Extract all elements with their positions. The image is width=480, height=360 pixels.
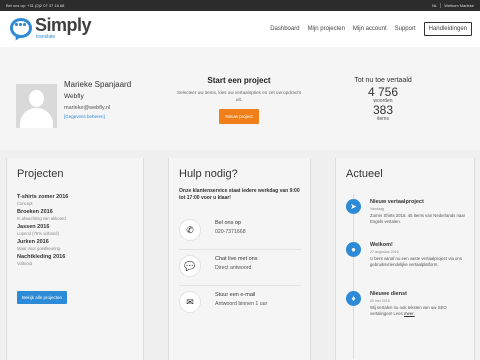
project-list: T-shirts zomer 2016 Concept Broeken 2016… [17, 194, 137, 269]
start-project-panel: Start een project Selecteer uw items, ki… [174, 76, 304, 124]
welcome-text[interactable]: Welkom Marieke [444, 0, 474, 11]
header: Simply translate Dashboard Mijn projecte… [0, 11, 480, 47]
news-item-title: Nieuwe dienst [370, 291, 407, 297]
logo[interactable]: Simply translate [10, 15, 92, 43]
avatar [16, 84, 57, 128]
dots-icon [15, 23, 26, 26]
news-card: Actueel ➤ Nieuw vertaalproject Vandaag Z… [335, 158, 475, 360]
help-intro: Onze klantenservice staat iedere werkdag… [179, 188, 300, 201]
help-line-detail: Antwoord binnen 1 uur [215, 301, 268, 307]
projects-title: Projecten [17, 168, 64, 180]
read-more-link[interactable]: meer. [404, 311, 415, 316]
news-item-date: 27 augustus 2016 [370, 250, 399, 254]
project-status: Voltooid [17, 261, 32, 266]
nav-mijn-account[interactable]: Mijn account [353, 26, 387, 32]
help-row-phone[interactable]: ✆ Bel ons op 020-7371668 [179, 215, 304, 247]
list-item[interactable]: Jurken 2016 Maar voor goedkeuring [17, 239, 137, 251]
profile-section: Marieke Spanjaard Webfly marieke@webfly.… [0, 47, 480, 150]
divider [179, 285, 301, 286]
project-status: Maar voor goedkeuring [17, 246, 61, 251]
logo-name: Simply [35, 15, 92, 35]
list-item[interactable]: Nachtkleding 2016 Voltooid [17, 254, 137, 266]
help-row-chat[interactable]: 💬 Chat live met ons Direct antwoord [179, 251, 304, 283]
divider [179, 249, 301, 250]
profile-name: Marieke Spanjaard [64, 80, 132, 89]
help-row-email[interactable]: ✉ Stuur een e-mail Antwoord binnen 1 uur [179, 287, 304, 319]
new-project-button[interactable]: Nieuw project [219, 109, 259, 124]
main-nav: Dashboard Mijn projecten Mijn account Su… [270, 22, 472, 36]
news-item-body: Zomer Shirts 2016. 45 items van Nederlan… [370, 213, 466, 224]
help-card: Hulp nodig? Onze klantenservice staat ie… [168, 158, 311, 360]
items-count: 383 [372, 103, 394, 117]
list-item[interactable]: Jassen 2016 Lopend (75% voltooid) [17, 224, 137, 236]
news-item-date: Vandaag [370, 207, 385, 211]
nav-dashboard[interactable]: Dashboard [270, 26, 299, 32]
speech-bubble-icon [10, 18, 32, 38]
project-name: Jassen 2016 [17, 224, 50, 230]
translated-total: Tot nu toe vertaald 4 756 woorden 383 it… [344, 77, 422, 122]
manuals-button[interactable]: Handleidingen [423, 22, 472, 36]
projects-card: Projecten T-shirts zomer 2016 Concept Br… [6, 158, 144, 360]
news-item-title: Nieuw vertaalproject [370, 199, 424, 205]
translated-title: Tot nu toe vertaald [354, 77, 412, 84]
profile-email: marieke@webfly.nl [64, 105, 111, 111]
phone-icon: ✆ [179, 219, 201, 241]
news-item-body: U bent vanaf nu een vaste vertaalproject… [370, 256, 462, 267]
start-project-text: Selecteer uw items, kies uw vertaaloptie… [176, 90, 302, 102]
manage-details-link[interactable]: [Gegevens beheren] [64, 114, 105, 119]
project-name: T-shirts zomer 2016 [17, 194, 69, 200]
project-status: In afwachting van akkoord [17, 216, 66, 221]
help-line-detail: Direct antwoord [215, 265, 252, 271]
logo-subtitle: translate [36, 34, 56, 40]
envelope-icon: ✉ [179, 291, 201, 313]
project-name: Jurken 2016 [17, 239, 49, 245]
start-project-title: Start een project [207, 76, 271, 85]
help-line-title: Stuur een e-mail [215, 292, 256, 298]
news-item-body: Wij vertalen nu ook teksten van uw SEO v… [370, 305, 470, 317]
list-item[interactable]: T-shirts zomer 2016 Concept [17, 194, 137, 206]
nav-support[interactable]: Support [395, 26, 416, 32]
project-status: Concept [17, 201, 33, 206]
news-item-title: Welkom! [370, 242, 393, 248]
project-name: Nachtkleding 2016 [17, 254, 66, 260]
phone-number: Bel ons op: +31 (0)2 07 37 16 68 [6, 3, 65, 8]
language-switch[interactable]: NL [432, 0, 437, 11]
send-icon: ➤ [346, 199, 361, 214]
chat-icon: 💬 [179, 255, 201, 277]
news-title: Actueel [346, 168, 383, 180]
news-item-date: 20 mei 2016 [370, 299, 390, 303]
view-all-projects-button[interactable]: Bekijk alle projecten [17, 291, 68, 304]
profile-company: Webfly [64, 93, 84, 100]
divider [440, 3, 442, 8]
items-label: items [377, 116, 389, 122]
user-icon: ● [346, 242, 361, 257]
help-line-detail: 020-7371668 [215, 229, 246, 235]
help-line-title: Chat live met ons [215, 256, 258, 262]
help-title: Hulp nodig? [179, 168, 238, 180]
project-status: Lopend (75% voltooid) [17, 231, 59, 236]
bell-icon: ♦ [346, 291, 361, 306]
top-bar: Bel ons op: +31 (0)2 07 37 16 68 NL Welk… [0, 0, 480, 11]
nav-mijn-projecten[interactable]: Mijn projecten [308, 26, 345, 32]
news-item[interactable]: ♦ Nieuwe dienst 20 mei 2016 Wij vertalen… [346, 291, 471, 333]
news-item[interactable]: ➤ Nieuw vertaalproject Vandaag Zomer Shi… [346, 199, 471, 237]
project-name: Broeken 2016 [17, 209, 53, 215]
list-item[interactable]: Broeken 2016 In afwachting van akkoord [17, 209, 137, 221]
words-count: 4 756 [367, 85, 399, 99]
news-item[interactable]: ● Welkom! 27 augustus 2016 U bent vanaf … [346, 242, 471, 284]
help-line-title: Bel ons op [215, 220, 241, 226]
